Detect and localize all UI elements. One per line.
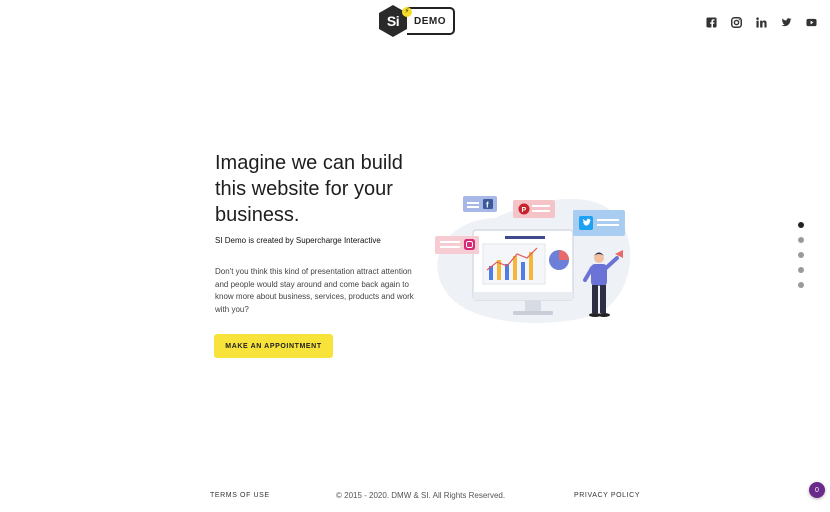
section-dot[interactable] <box>798 222 804 228</box>
social-media-illustration: f P <box>435 196 631 323</box>
instagram-icon[interactable] <box>731 17 742 28</box>
hero-body: Don't you think this kind of presentatio… <box>215 267 414 314</box>
section-dot[interactable] <box>798 252 804 258</box>
section-dot[interactable] <box>798 237 804 243</box>
svg-text:P: P <box>522 207 527 214</box>
copyright-text: © 2015 - 2020. DMW & SI. All Rights Rese… <box>336 491 506 500</box>
youtube-icon[interactable] <box>806 17 817 28</box>
make-appointment-button[interactable]: MAKE AN APPOINTMENT <box>214 334 333 358</box>
hero-title-line: business. <box>215 204 300 226</box>
hero-title: Imagine we can build this website for yo… <box>215 150 435 228</box>
section-dot[interactable] <box>798 267 804 273</box>
chat-widget-badge[interactable]: 0 <box>809 482 825 498</box>
site-logo[interactable]: Si ⚡ DEMO <box>377 5 455 37</box>
privacy-policy-link[interactable]: PRIVACY POLICY <box>574 492 640 499</box>
linkedin-icon[interactable] <box>756 17 767 28</box>
bolt-icon: ⚡ <box>402 7 412 17</box>
section-dot[interactable] <box>798 282 804 288</box>
terms-of-use-link[interactable]: TERMS OF USE <box>210 492 270 499</box>
logo-label: DEMO <box>407 7 455 35</box>
hero-title-line: Imagine we can build <box>215 152 403 174</box>
hero-subtitle: SI Demo is created by Supercharge Intera… <box>215 236 381 245</box>
page: Si ⚡ DEMO Imagine we can build this webs… <box>0 0 830 512</box>
social-links <box>706 17 817 28</box>
hero-title-line: this website for your <box>215 178 393 200</box>
section-pagination <box>798 222 804 288</box>
logo-hexagon: Si ⚡ <box>377 4 412 38</box>
svg-text:f: f <box>486 201 489 210</box>
twitter-icon[interactable] <box>781 17 792 28</box>
facebook-icon[interactable] <box>706 17 717 28</box>
